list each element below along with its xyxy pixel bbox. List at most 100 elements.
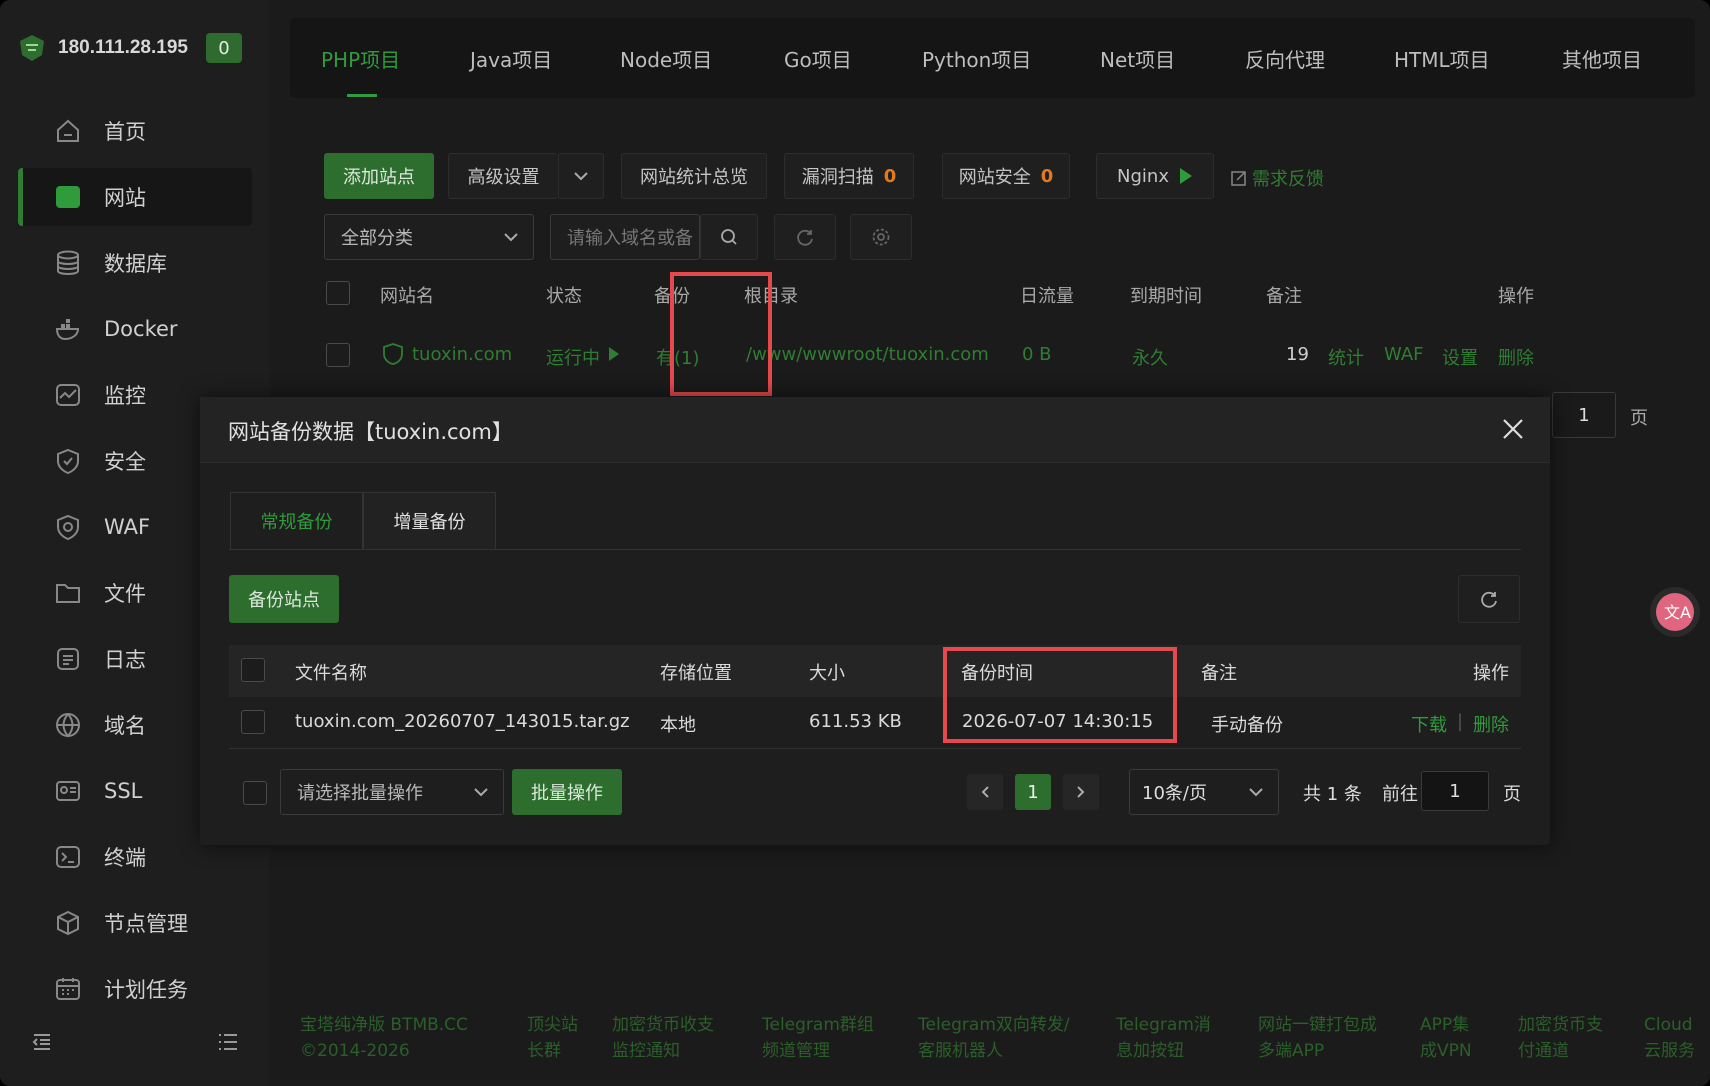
backup-size: 611.53 KB — [809, 711, 902, 732]
page-size-value: 10条/页 — [1142, 783, 1207, 804]
goto-page-input[interactable]: 1 — [1421, 771, 1489, 811]
gear-icon — [872, 228, 890, 246]
refresh-button[interactable] — [774, 214, 836, 260]
tab-other[interactable]: 其他项目 — [1562, 44, 1642, 73]
total-count: 共 1 条 — [1303, 784, 1362, 805]
footer-link[interactable]: 网站一键打包成 多端APP — [1258, 1012, 1377, 1064]
sidebar-item-website[interactable]: 网站 — [18, 168, 252, 226]
sidebar-item-home[interactable]: 首页 — [18, 102, 252, 160]
sidebar-item-database[interactable]: 数据库 — [18, 234, 252, 292]
page-number-button[interactable]: 1 — [1015, 774, 1051, 810]
download-link[interactable]: 下载 — [1411, 711, 1447, 737]
chevron-down-icon — [1249, 788, 1263, 797]
chevron-right-icon — [1077, 786, 1085, 798]
nginx-button[interactable]: Nginx — [1096, 153, 1214, 199]
col-expire[interactable]: 到期时间 — [1130, 282, 1202, 308]
site-security-button[interactable]: 网站安全 0 — [942, 153, 1070, 199]
delete-link[interactable]: 删除 — [1473, 711, 1509, 737]
close-icon[interactable] — [1500, 416, 1526, 442]
site-traffic[interactable]: 0 B — [1022, 344, 1052, 365]
backup-row: tuoxin.com_20260707_143015.tar.gz 本地 611… — [229, 697, 1521, 749]
tab-html[interactable]: HTML项目 — [1394, 44, 1490, 73]
translate-float-button[interactable]: 文A — [1650, 587, 1700, 637]
site-page-suffix: 页 — [1630, 408, 1648, 429]
tab-java[interactable]: Java项目 — [470, 44, 552, 73]
footer-link[interactable]: 加密货币支 付通道 — [1518, 1012, 1603, 1064]
tab-reverse-proxy[interactable]: 反向代理 — [1245, 44, 1325, 73]
select-all-checkbox[interactable] — [326, 281, 350, 305]
server-badge[interactable]: 0 — [205, 33, 242, 63]
tab-python[interactable]: Python项目 — [922, 44, 1031, 73]
sidebar-item-docker[interactable]: Docker — [18, 300, 252, 358]
tab-node[interactable]: Node项目 — [620, 44, 712, 73]
tab-regular-backup[interactable]: 常规备份 — [230, 492, 363, 550]
footer-link[interactable]: 宝塔纯净版 BTMB.CC ©2014-2026 — [300, 1012, 468, 1064]
site-expire[interactable]: 永久 — [1132, 344, 1168, 370]
footer-link[interactable]: 加密货币收支 监控通知 — [612, 1012, 714, 1064]
col-status[interactable]: 状态 — [546, 282, 582, 308]
goto-label: 前往 — [1382, 784, 1418, 805]
site-search-input[interactable]: 请输入域名或备 — [550, 214, 700, 260]
footer-link[interactable]: APP集 成VPN — [1420, 1012, 1472, 1064]
add-site-button[interactable]: 添加站点 — [324, 153, 434, 199]
col-site-name[interactable]: 网站名 — [380, 282, 434, 308]
sidebar-item-cron[interactable]: 计划任务 — [18, 960, 252, 1018]
menu-list-icon[interactable] — [216, 1030, 240, 1054]
action-stats-link[interactable]: 统计 — [1328, 344, 1364, 370]
page-size-select[interactable]: 10条/页 — [1129, 769, 1279, 815]
vuln-scan-button[interactable]: 漏洞扫描 0 — [784, 153, 914, 199]
category-select[interactable]: 全部分类 — [324, 214, 534, 260]
site-root-link[interactable]: /www/wwwroot/tuoxin.com — [746, 344, 989, 365]
select-all-checkbox[interactable] — [241, 658, 265, 682]
site-name-link[interactable]: tuoxin.com — [412, 344, 512, 365]
modal-refresh-button[interactable] — [1458, 575, 1520, 623]
server-info: 180.111.28.195 0 — [18, 30, 242, 66]
sidebar-item-label: 安全 — [104, 450, 146, 474]
site-note[interactable]: 19 — [1286, 344, 1309, 365]
site-status[interactable]: 运行中 — [546, 344, 600, 370]
col-note: 备注 — [1266, 286, 1302, 307]
action-settings-link[interactable]: 设置 — [1442, 344, 1478, 370]
footer-link[interactable]: Telegram双向转发/客服机器人 — [918, 1012, 1070, 1064]
search-button[interactable] — [700, 214, 758, 260]
feedback-label: 需求反馈 — [1252, 169, 1324, 190]
tab-php[interactable]: PHP项目 — [321, 44, 400, 73]
tab-incremental-backup[interactable]: 增量备份 — [363, 492, 496, 550]
chevron-left-icon — [981, 786, 989, 798]
footer-select-checkbox[interactable] — [243, 781, 267, 805]
site-stats-button[interactable]: 网站统计总览 — [621, 153, 767, 199]
sidebar-item-label: 域名 — [104, 714, 146, 738]
backup-location: 本地 — [660, 715, 696, 736]
feedback-link[interactable]: 需求反馈 — [1230, 165, 1324, 191]
site-page-input[interactable]: 1 — [1552, 392, 1616, 438]
action-delete-link[interactable]: 删除 — [1498, 344, 1534, 370]
batch-operation-button[interactable]: 批量操作 — [512, 769, 622, 815]
sidebar-bottom — [30, 1030, 240, 1054]
site-backup-link[interactable]: 有(1) — [656, 344, 700, 370]
advanced-dropdown-button[interactable] — [558, 153, 604, 199]
footer-link[interactable]: Telegram群组 频道管理 — [762, 1012, 874, 1064]
settings-button[interactable] — [850, 214, 912, 260]
collapse-icon[interactable] — [30, 1030, 54, 1054]
prev-page-button[interactable] — [967, 774, 1003, 810]
backup-site-button[interactable]: 备份站点 — [229, 575, 339, 623]
row-checkbox[interactable] — [241, 710, 265, 734]
tab-go[interactable]: Go项目 — [784, 44, 852, 73]
backup-filename: tuoxin.com_20260707_143015.tar.gz — [295, 711, 630, 732]
batch-operation-select[interactable]: 请选择批量操作 — [280, 769, 504, 815]
col-traffic[interactable]: 日流量 — [1020, 282, 1074, 308]
sidebar-item-label: 文件 — [104, 582, 146, 606]
footer-link[interactable]: Telegram消 息加按钮 — [1116, 1012, 1211, 1064]
row-checkbox[interactable] — [326, 343, 350, 367]
site-security-label: 网站安全 — [958, 167, 1031, 188]
action-waf-link[interactable]: WAF — [1384, 344, 1423, 365]
footer-link[interactable]: 顶尖站 长群 — [527, 1012, 578, 1064]
tab-net[interactable]: Net项目 — [1100, 44, 1175, 73]
footer-link[interactable]: Cloud 云服务 — [1644, 1012, 1695, 1064]
modal-header: 网站备份数据【tuoxin.com】 — [200, 397, 1550, 463]
sidebar-item-nodes[interactable]: 节点管理 — [18, 894, 252, 952]
advanced-settings-button[interactable]: 高级设置 — [448, 153, 558, 199]
next-page-button[interactable] — [1063, 774, 1099, 810]
translate-icon: 文A — [1656, 593, 1694, 631]
backup-note[interactable]: 手动备份 — [1211, 711, 1283, 737]
